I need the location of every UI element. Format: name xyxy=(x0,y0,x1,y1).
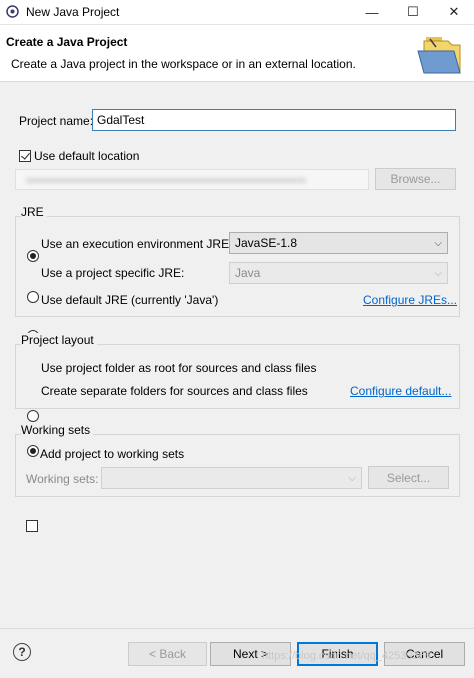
project-layout-group-label: Project layout xyxy=(21,333,97,347)
jre-project-specific-radio[interactable] xyxy=(27,291,39,303)
location-input xyxy=(15,169,369,190)
project-layout-group xyxy=(15,344,460,409)
chevron-down-icon: ⌵ xyxy=(348,472,356,484)
chevron-down-icon: ⌵ xyxy=(434,267,442,279)
minimize-icon: — xyxy=(365,4,379,20)
add-to-working-sets-checkbox[interactable] xyxy=(26,520,38,532)
close-window-button[interactable]: ✕ xyxy=(434,0,474,24)
project-specific-jre-select[interactable]: Java ⌵ xyxy=(229,262,448,284)
footer-separator xyxy=(0,628,474,629)
select-working-sets-button[interactable]: Select... xyxy=(368,466,449,489)
minimize-button[interactable]: — xyxy=(352,0,392,24)
maximize-icon: ☐ xyxy=(407,4,419,19)
wizard-header: Create a Java Project Create a Java proj… xyxy=(0,25,474,82)
working-sets-group-label: Working sets xyxy=(21,423,94,437)
configure-default-link[interactable]: Configure default... xyxy=(350,384,451,398)
jre-project-specific-label: Use a project specific JRE: xyxy=(41,266,185,280)
browse-button[interactable]: Browse... xyxy=(375,168,456,190)
back-button[interactable]: < Back xyxy=(128,642,207,666)
working-sets-label: Working sets: xyxy=(26,472,99,486)
wizard-description: Create a Java project in the workspace o… xyxy=(11,57,356,71)
blurred-location-text xyxy=(26,178,306,183)
maximize-button[interactable]: ☐ xyxy=(393,0,433,24)
project-specific-jre-value: Java xyxy=(235,266,261,280)
layout-root-radio[interactable] xyxy=(27,410,39,422)
add-to-working-sets-label: Add project to working sets xyxy=(40,447,185,461)
chevron-down-icon: ⌵ xyxy=(434,237,442,249)
project-name-input[interactable] xyxy=(92,109,456,131)
watermark-text: https://blog.csdn.net/qq_42539366 xyxy=(262,650,431,662)
jre-group-label: JRE xyxy=(21,205,47,219)
execution-env-value: JavaSE-1.8 xyxy=(235,236,298,250)
wizard-title: Create a Java Project xyxy=(6,35,128,49)
working-sets-select[interactable]: ⌵ xyxy=(101,467,362,489)
jre-default-label: Use default JRE (currently 'Java') xyxy=(41,293,219,307)
close-icon: ✕ xyxy=(448,4,460,19)
use-default-location-label: Use default location xyxy=(34,149,140,163)
eclipse-app-icon xyxy=(6,5,19,18)
configure-jres-link[interactable]: Configure JREs... xyxy=(363,293,457,307)
java-project-folder-icon xyxy=(417,37,461,74)
title-bar: New Java Project — ☐ ✕ xyxy=(0,0,474,25)
execution-env-select[interactable]: JavaSE-1.8 ⌵ xyxy=(229,232,448,254)
jre-execution-env-label: Use an execution environment JRE: xyxy=(41,237,233,251)
project-name-label: Project name: xyxy=(19,114,94,128)
layout-root-label: Use project folder as root for sources a… xyxy=(41,361,317,375)
help-icon[interactable]: ? xyxy=(13,643,31,661)
layout-separate-label: Create separate folders for sources and … xyxy=(41,384,308,398)
jre-execution-env-radio[interactable] xyxy=(27,250,39,262)
window-title: New Java Project xyxy=(26,5,120,19)
use-default-location-checkbox[interactable] xyxy=(19,150,31,162)
